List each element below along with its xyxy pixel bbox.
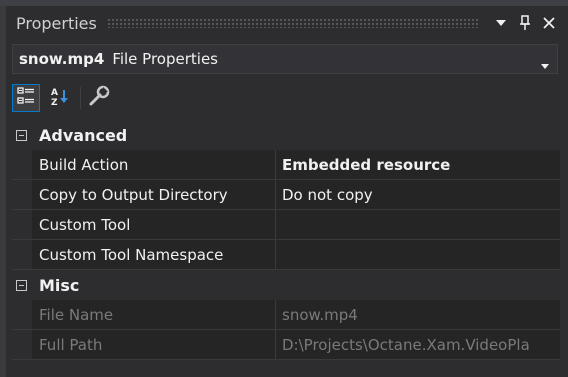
property-row-custom-tool[interactable]: Custom Tool [12, 210, 560, 240]
property-row-build-action[interactable]: Build Action Embedded resource [12, 150, 560, 180]
close-icon[interactable] [538, 12, 560, 34]
alphabetical-button[interactable]: A Z [46, 84, 74, 112]
window-left-border [0, 0, 6, 377]
svg-text:Z: Z [51, 98, 58, 106]
property-value[interactable]: D:\Projects\Octane.Xam.VideoPla [276, 330, 560, 359]
alphabetical-sort-icon: A Z [50, 86, 70, 110]
drag-grip[interactable] [106, 18, 478, 28]
property-row-copy-to-output[interactable]: Copy to Output Directory Do not copy [12, 180, 560, 210]
category-misc[interactable]: Misc [12, 270, 560, 300]
categorized-icon [17, 87, 35, 109]
properties-toolbar: A Z [12, 80, 558, 116]
property-name: Copy to Output Directory [32, 180, 276, 209]
property-grid: Advanced Build Action Embedded resource … [12, 120, 560, 360]
property-value[interactable] [276, 240, 560, 269]
toolbar-separator [80, 87, 81, 109]
property-value[interactable] [276, 210, 560, 239]
property-name: Build Action [32, 150, 276, 179]
object-type: File Properties [112, 50, 218, 68]
categorized-button[interactable] [12, 84, 40, 112]
property-row-full-path[interactable]: Full Path D:\Projects\Octane.Xam.VideoPl… [12, 330, 560, 360]
property-row-file-name[interactable]: File Name snow.mp4 [12, 300, 560, 330]
property-name: Custom Tool [32, 210, 276, 239]
dropdown-arrow-icon[interactable] [541, 55, 549, 73]
property-value[interactable]: snow.mp4 [276, 300, 560, 329]
category-label: Misc [39, 275, 80, 295]
panel-title: Properties [16, 13, 97, 33]
property-pages-button[interactable] [85, 84, 113, 112]
property-value[interactable]: Do not copy [276, 180, 560, 209]
window-menu-dropdown-icon[interactable] [490, 12, 512, 34]
object-selector-dropdown[interactable]: snow.mp4 File Properties [12, 44, 558, 74]
collapse-minus-icon[interactable] [16, 279, 27, 291]
pin-icon[interactable] [514, 12, 536, 34]
collapse-minus-icon[interactable] [16, 129, 27, 141]
object-name: snow.mp4 [19, 50, 105, 68]
panel-titlebar[interactable]: Properties [6, 6, 560, 40]
property-name: Full Path [32, 330, 276, 359]
category-advanced[interactable]: Advanced [12, 120, 560, 150]
property-row-custom-tool-namespace[interactable]: Custom Tool Namespace [12, 240, 560, 270]
category-label: Advanced [39, 125, 128, 145]
property-name: Custom Tool Namespace [32, 240, 276, 269]
property-pages-wrench-icon [88, 85, 110, 111]
property-name: File Name [32, 300, 276, 329]
property-value[interactable]: Embedded resource [276, 150, 560, 179]
svg-text:A: A [51, 88, 58, 98]
